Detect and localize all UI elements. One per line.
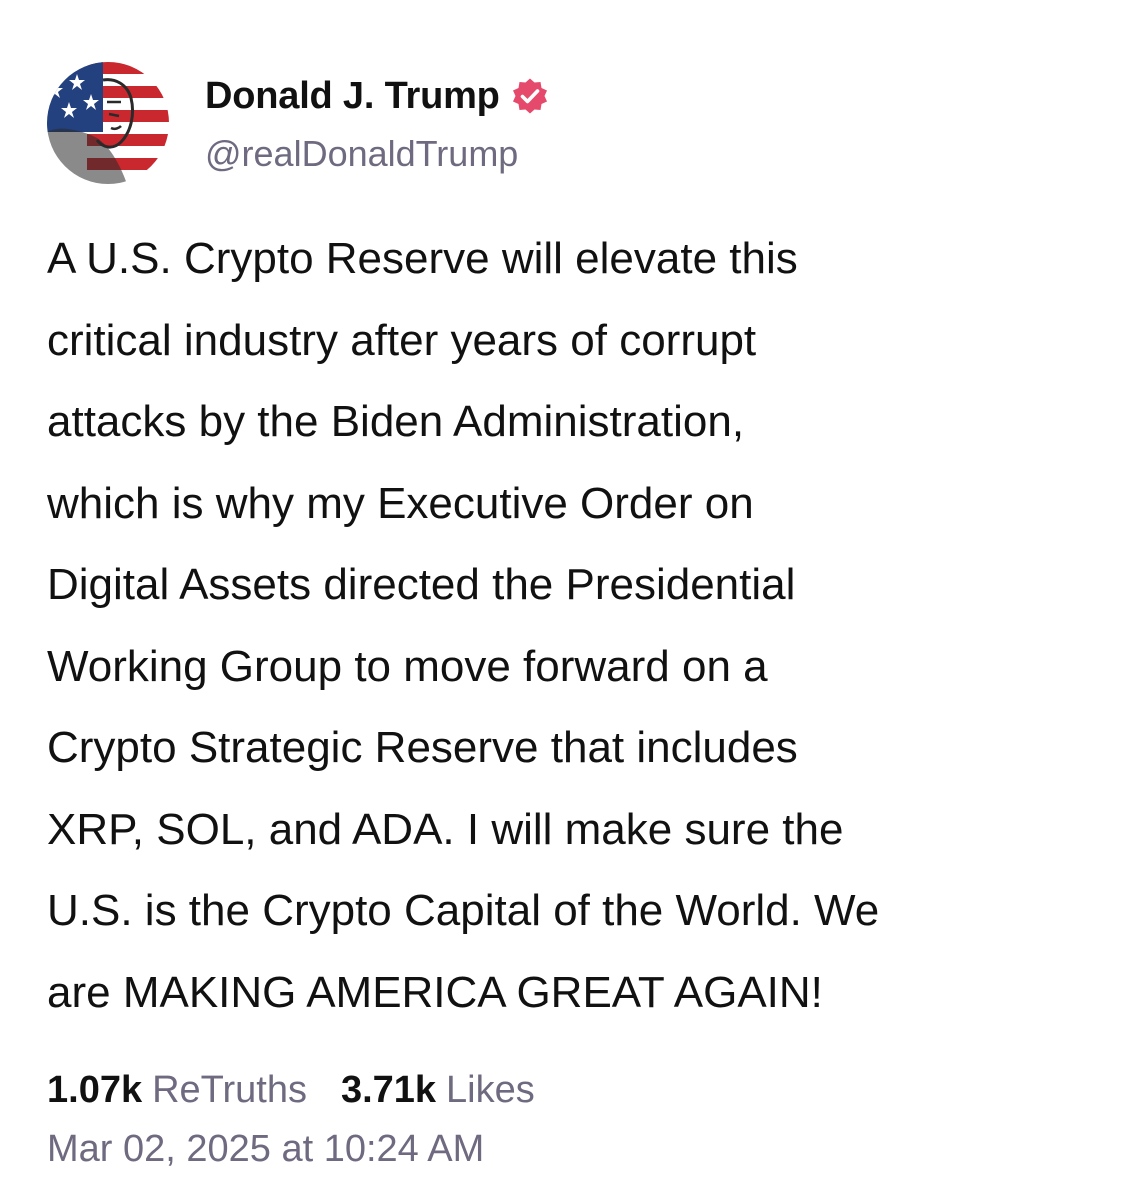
retruths-stat[interactable]: 1.07k ReTruths: [47, 1069, 307, 1112]
post-body-line: U.S. is the Crypto Capital of the World.…: [47, 886, 880, 935]
post-body-line: Digital Assets directed the Presidential: [47, 560, 796, 609]
post-body-line: Working Group to move forward on a: [47, 641, 768, 691]
likes-label: Likes: [446, 1069, 535, 1111]
retruths-label: ReTruths: [152, 1069, 307, 1111]
retruths-count: 1.07k: [47, 1069, 143, 1111]
likes-count: 3.71k: [340, 1069, 437, 1111]
post-body-line: attacks by the Biden Administration,: [47, 397, 745, 446]
likes-stat[interactable]: 3.71k Likes: [341, 1069, 535, 1112]
post-stats: 1.07k ReTruths 3.71k Likes: [47, 1069, 1107, 1112]
post-header: Donald J. Trump @realDonaldTrump: [47, 60, 1107, 186]
post-body-line: critical industry after years of corrupt: [47, 315, 757, 365]
post-body-line: which is why my Executive Order on: [47, 478, 754, 528]
author-identity: Donald J. Trump @realDonaldTrump: [205, 71, 550, 175]
avatar[interactable]: [47, 62, 169, 184]
avatar-image: [47, 62, 169, 184]
author-name-row: Donald J. Trump: [205, 71, 550, 121]
author-handle[interactable]: @realDonaldTrump: [205, 133, 550, 175]
post: Donald J. Trump @realDonaldTrump A U.S. …: [47, 60, 1107, 1171]
author-display-name[interactable]: Donald J. Trump: [205, 75, 500, 118]
verified-badge-icon: [510, 76, 550, 116]
post-body: A U.S. Crypto Reserve will elevate this …: [47, 218, 1117, 1033]
post-body-line: XRP, SOL, and ADA. I will make sure the: [47, 804, 844, 854]
post-body-line: Crypto Strategic Reserve that includes: [47, 723, 798, 772]
post-body-line: are MAKING AMERICA GREAT AGAIN!: [47, 967, 823, 1017]
post-body-line: A U.S. Crypto Reserve will elevate this: [47, 234, 798, 283]
post-timestamp[interactable]: Mar 02, 2025 at 10:24 AM: [47, 1128, 1107, 1171]
